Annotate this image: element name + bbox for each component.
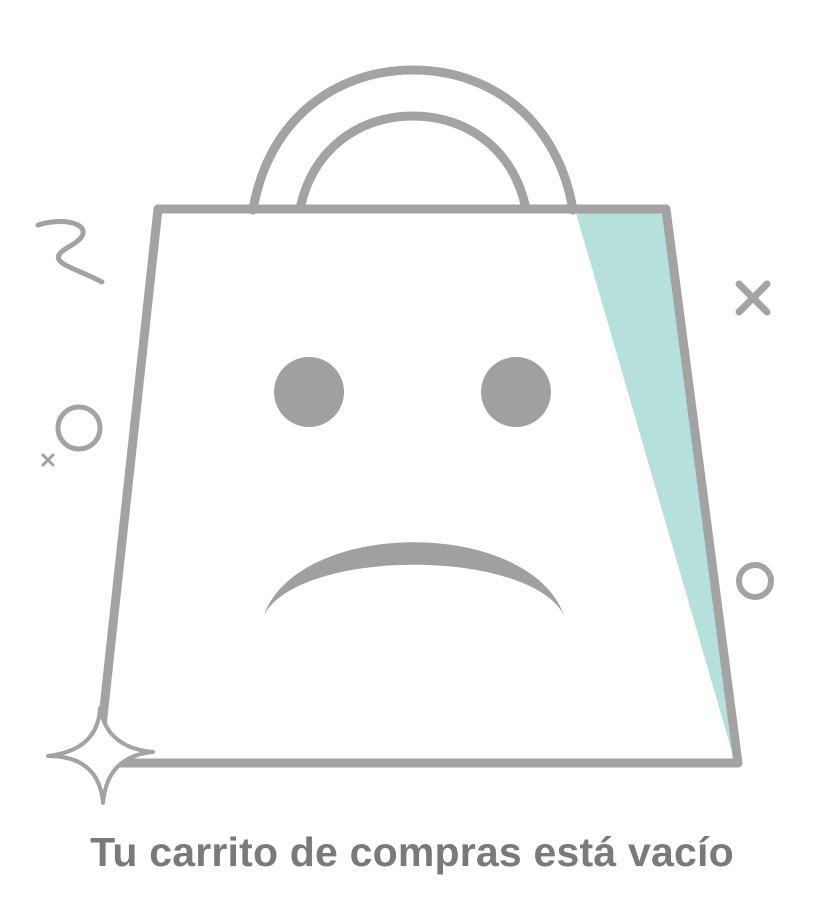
bag-handle-inner [295,111,531,214]
right-eye [481,357,551,427]
x-decoration-right [735,280,771,316]
sad-shopping-bag-icon [35,65,774,805]
empty-cart-page: Tu carrito de compras está vacío [0,0,824,920]
bag-side-highlight [576,213,732,752]
squiggle-decoration [35,219,105,285]
ring-decoration-right [736,562,774,600]
sparkle-star-decoration [46,706,155,805]
left-eye [274,357,344,427]
ring-decoration-left [55,404,103,452]
frown-mouth [264,542,564,615]
empty-cart-message: Tu carrito de compras está vacío [90,829,734,875]
tiny-x-decoration [41,453,55,467]
